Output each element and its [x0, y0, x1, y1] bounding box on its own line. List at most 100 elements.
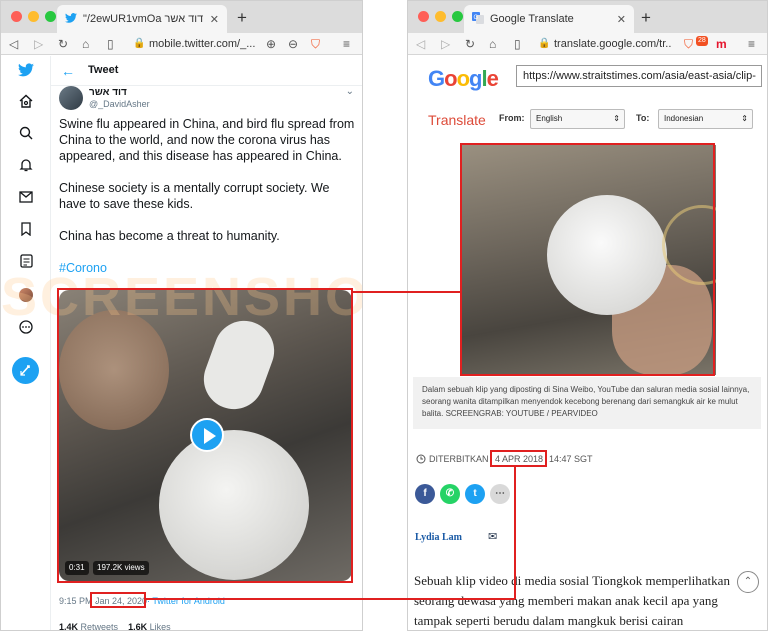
- minimize-window-button[interactable]: [28, 11, 39, 22]
- whatsapp-share-icon[interactable]: ✆: [440, 484, 460, 504]
- zoom-window-button[interactable]: [452, 11, 463, 22]
- author-avatar[interactable]: [59, 86, 83, 110]
- profile-avatar[interactable]: [19, 288, 33, 302]
- browser-toolbar: ◁ ▷ ↻ ⌂ ▯ 🔒 mobile.twitter.com/_... ⊕ ⊖ …: [1, 33, 362, 55]
- tweet-stats: 1.4K Retweets 1.6K Likes: [59, 622, 171, 630]
- connector-line-date-vertical: [514, 466, 516, 599]
- new-tab-button[interactable]: +: [641, 8, 651, 28]
- extension-m-icon[interactable]: m: [716, 36, 727, 52]
- close-window-button[interactable]: [11, 11, 22, 22]
- notifications-bell-icon[interactable]: [18, 158, 34, 174]
- facebook-share-icon[interactable]: f: [415, 484, 435, 504]
- address-bar[interactable]: mobile.twitter.com/_...: [149, 36, 259, 52]
- likes-label[interactable]: Likes: [150, 622, 171, 630]
- tweet-paragraph: Chinese society is a mentally corrupt so…: [59, 181, 330, 211]
- tab-title: "/2ewUR1vmOa דוד אשר / Twitter: [83, 13, 204, 25]
- likes-count[interactable]: 1.6K: [128, 622, 147, 630]
- google-translate-favicon-icon: G: [472, 11, 484, 27]
- zoom-out-icon[interactable]: ⊖: [288, 36, 298, 52]
- select-chevron-icon: ⇕: [613, 114, 620, 123]
- to-language-value: Indonesian: [664, 114, 704, 123]
- article-body: Sebuah klip video di media sosial Tiongk…: [414, 573, 730, 628]
- published-label: DITERBITKAN: [429, 454, 489, 464]
- translate-brand[interactable]: Translate: [428, 112, 486, 128]
- bookmarks-icon[interactable]: [18, 222, 34, 238]
- zoom-in-icon[interactable]: ⊕: [266, 36, 276, 52]
- tab-bar: "/2ewUR1vmOa דוד אשר / Twitter ✕ +: [1, 1, 362, 33]
- from-language-select[interactable]: English ⇕: [530, 109, 625, 129]
- address-bar[interactable]: translate.google.com/tr...: [554, 36, 672, 52]
- window-controls: [418, 11, 463, 22]
- author-name[interactable]: דוד אשר: [89, 87, 127, 98]
- email-author-icon[interactable]: ✉: [488, 530, 497, 543]
- minimize-window-button[interactable]: [435, 11, 446, 22]
- tab-google-translate[interactable]: G Google Translate ✕: [464, 5, 634, 33]
- home-icon[interactable]: ⌂: [489, 36, 496, 52]
- highlight-tweet-video: [57, 288, 353, 583]
- source-url-input[interactable]: https://www.straitstimes.com/asia/east-a…: [516, 65, 762, 87]
- highlight-article-photo: [460, 143, 715, 376]
- to-language-select[interactable]: Indonesian ⇕: [658, 109, 753, 129]
- home-icon[interactable]: ⌂: [82, 36, 89, 52]
- author-link[interactable]: Lydia Lam: [415, 532, 462, 543]
- bookmark-icon[interactable]: ▯: [107, 36, 114, 52]
- tweet-paragraph: Swine flu appeared in China, and bird fl…: [59, 117, 355, 163]
- tab-bar: G Google Translate ✕ +: [408, 1, 767, 33]
- published-time: 14:47 SGT: [549, 454, 593, 464]
- photo-caption: Dalam sebuah klip yang diposting di Sina…: [413, 377, 761, 429]
- from-label: From:: [499, 113, 525, 123]
- shield-count-badge: 28: [696, 36, 708, 46]
- twitter-share-icon[interactable]: t: [465, 484, 485, 504]
- lock-icon: 🔒: [538, 38, 551, 49]
- bookmark-icon[interactable]: ▯: [514, 36, 521, 52]
- close-tab-icon[interactable]: ✕: [210, 13, 219, 26]
- close-tab-icon[interactable]: ✕: [617, 13, 626, 26]
- forward-icon[interactable]: ▷: [34, 36, 43, 52]
- brave-shield-icon[interactable]: ⛉: [684, 36, 693, 52]
- browser-toolbar: ◁ ▷ ↻ ⌂ ▯ 🔒 translate.google.com/tr... ⛉…: [408, 33, 767, 55]
- zoom-window-button[interactable]: [45, 11, 56, 22]
- clock-icon: [416, 454, 426, 466]
- lock-icon: 🔒: [133, 38, 146, 49]
- tweet-header: ← Tweet: [51, 56, 362, 86]
- more-share-icon[interactable]: ⋯: [490, 484, 510, 504]
- compose-tweet-button[interactable]: [12, 357, 39, 384]
- to-label: To:: [636, 113, 650, 123]
- more-options-icon[interactable]: [18, 320, 34, 336]
- select-chevron-icon: ⇕: [741, 114, 748, 123]
- twitter-logo-icon[interactable]: [18, 63, 34, 79]
- back-arrow-icon[interactable]: ←: [61, 63, 75, 79]
- back-icon[interactable]: ◁: [9, 36, 18, 52]
- highlight-tweet-date: [90, 592, 146, 608]
- hashtag-link[interactable]: #Corono: [59, 260, 355, 276]
- close-window-button[interactable]: [418, 11, 429, 22]
- retweets-count[interactable]: 1.4K: [59, 622, 78, 630]
- twitter-favicon-icon: [65, 12, 77, 26]
- scroll-up-icon[interactable]: ⌃: [737, 571, 759, 593]
- back-icon[interactable]: ◁: [416, 36, 425, 52]
- tweet-paragraph: China has become a threat to humanity.: [59, 229, 280, 243]
- home-icon[interactable]: [18, 94, 34, 110]
- page-title: Tweet: [88, 64, 119, 76]
- lists-icon[interactable]: [18, 254, 34, 270]
- twitter-sidebar: [1, 56, 51, 630]
- from-language-value: English: [536, 114, 563, 123]
- author-handle[interactable]: @_DavidAsher: [89, 99, 150, 109]
- highlight-published-date: [490, 450, 547, 467]
- google-logo[interactable]: Google: [428, 66, 499, 92]
- menu-icon[interactable]: ≡: [343, 36, 350, 52]
- tweet-menu-chevron-icon[interactable]: ⌄: [346, 86, 354, 97]
- messages-envelope-icon[interactable]: [18, 190, 34, 206]
- svg-text:G: G: [474, 15, 479, 21]
- retweets-label[interactable]: Retweets: [81, 622, 119, 630]
- new-tab-button[interactable]: +: [237, 8, 247, 28]
- tab-twitter[interactable]: "/2ewUR1vmOa דוד אשר / Twitter ✕: [57, 5, 227, 33]
- brave-shield-icon[interactable]: ⛉: [311, 36, 320, 52]
- reload-icon[interactable]: ↻: [465, 36, 475, 52]
- menu-icon[interactable]: ≡: [748, 36, 755, 52]
- forward-icon[interactable]: ▷: [441, 36, 450, 52]
- reload-icon[interactable]: ↻: [58, 36, 68, 52]
- explore-search-icon[interactable]: [18, 126, 34, 142]
- connector-line-media: [353, 291, 460, 293]
- window-controls: [11, 11, 56, 22]
